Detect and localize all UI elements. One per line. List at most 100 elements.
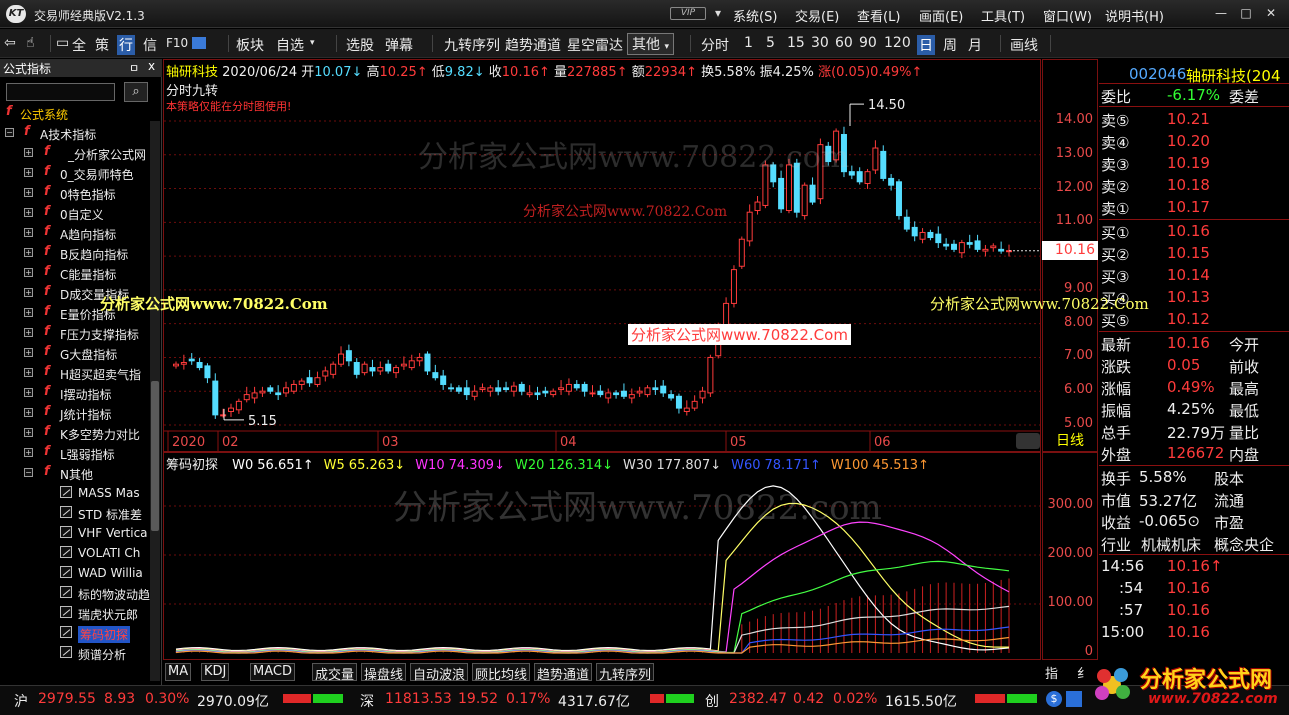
- tree-sub-item[interactable]: WAD Willia: [0, 563, 152, 583]
- ask-row[interactable]: 卖④ 10.20: [1099, 130, 1289, 152]
- search-icon[interactable]: ⌕: [124, 82, 148, 102]
- tree-item[interactable]: + f 0自定义: [0, 203, 152, 223]
- tree-item[interactable]: + f L强弱指标: [0, 443, 152, 463]
- ask-row[interactable]: 卖② 10.18: [1099, 174, 1289, 196]
- hand-icon[interactable]: ☝: [26, 35, 35, 51]
- sz-index[interactable]: 11813.53: [385, 691, 452, 707]
- back-icon[interactable]: ⇦: [4, 35, 16, 51]
- menu-manual[interactable]: 说明书(H): [1105, 6, 1164, 25]
- tb-intraday[interactable]: 分时: [701, 35, 729, 55]
- scrollbar[interactable]: [150, 121, 160, 681]
- indicator-tab[interactable]: 成交量: [312, 663, 358, 683]
- ask-row[interactable]: 卖③ 10.19: [1099, 152, 1289, 174]
- close-panel-icon[interactable]: x: [148, 59, 155, 73]
- expand-icon[interactable]: +: [24, 228, 33, 237]
- expand-icon[interactable]: +: [24, 408, 33, 417]
- watchlist-dropdown-icon[interactable]: ▾: [310, 38, 315, 48]
- scrollbar-thumb[interactable]: [151, 381, 159, 531]
- tb-watchlist[interactable]: 自选: [276, 35, 304, 55]
- tree-item[interactable]: − f N其他: [0, 463, 152, 483]
- tree-sub-item[interactable]: STD 标准差: [0, 503, 152, 523]
- menu-screen[interactable]: 画面(E): [919, 6, 963, 25]
- expand-icon[interactable]: +: [24, 288, 33, 297]
- indicator-tab[interactable]: 操盘线: [361, 663, 407, 683]
- tree-item[interactable]: + f H超买超卖气指: [0, 363, 152, 383]
- menu-tools[interactable]: 工具(T): [981, 6, 1025, 25]
- tb-other-select[interactable]: 其他 ▾: [627, 33, 674, 55]
- ask-row[interactable]: 卖① 10.17: [1099, 196, 1289, 218]
- expand-icon[interactable]: +: [24, 268, 33, 277]
- period-label[interactable]: 日线: [1042, 430, 1098, 452]
- expand-icon[interactable]: +: [24, 368, 33, 377]
- tree-sub-item[interactable]: 筹码初探: [0, 623, 152, 643]
- tb-quote[interactable]: 行: [117, 35, 135, 55]
- menu-window[interactable]: 窗口(W): [1043, 6, 1092, 25]
- tree-sub-item[interactable]: VOLATI Ch: [0, 543, 152, 563]
- tb-5min[interactable]: 5: [766, 35, 775, 51]
- tree-item[interactable]: + f J统计指标: [0, 403, 152, 423]
- tb-60min[interactable]: 60: [835, 35, 853, 51]
- tree-item[interactable]: + f E量价指标: [0, 303, 152, 323]
- tb-1min[interactable]: 1: [744, 35, 753, 51]
- monitor-icon[interactable]: ▭: [56, 35, 69, 51]
- formula-search-input[interactable]: [6, 83, 115, 101]
- tree-item[interactable]: + f A趋向指标: [0, 223, 152, 243]
- tab-index[interactable]: 指: [1043, 663, 1060, 682]
- expand-icon[interactable]: +: [24, 328, 33, 337]
- tb-week[interactable]: 周: [943, 35, 957, 55]
- tb-all[interactable]: 全: [72, 35, 86, 55]
- chart-scroll-button[interactable]: [1016, 433, 1040, 449]
- tree-item[interactable]: + f 0特色指标: [0, 183, 152, 203]
- pin-icon[interactable]: ㅁ: [129, 60, 139, 76]
- tree-item[interactable]: + f B反趋向指标: [0, 243, 152, 263]
- tb-nine-turn[interactable]: 九转序列: [444, 35, 500, 55]
- sound-icon[interactable]: [1066, 691, 1082, 707]
- tree-sub-item[interactable]: 瑞虎状元郎: [0, 603, 152, 623]
- menu-trade[interactable]: 交易(E): [795, 6, 839, 25]
- tree-sub-item[interactable]: 标的物波动趋: [0, 583, 152, 603]
- close-icon[interactable]: ✕: [1263, 5, 1279, 21]
- tree-sub-item[interactable]: VHF Vertica: [0, 523, 152, 543]
- tree-sub-item[interactable]: MASS Mas: [0, 483, 152, 503]
- expand-icon[interactable]: +: [24, 168, 33, 177]
- tb-info[interactable]: 信: [143, 35, 157, 55]
- sh-index[interactable]: 2979.55: [38, 691, 96, 707]
- dropdown-icon[interactable]: ▾: [710, 5, 726, 21]
- tb-strategy[interactable]: 策: [95, 35, 109, 55]
- dollar-icon[interactable]: $: [1046, 691, 1062, 707]
- tb-90min[interactable]: 90: [859, 35, 877, 51]
- tb-day[interactable]: 日: [917, 35, 935, 55]
- cy-index[interactable]: 2382.47: [729, 691, 787, 707]
- expand-icon[interactable]: +: [24, 308, 33, 317]
- tb-star-radar[interactable]: 星空雷达: [567, 35, 623, 55]
- indicator-tab[interactable]: 自动波浪: [410, 663, 469, 683]
- expand-icon[interactable]: +: [24, 388, 33, 397]
- tb-draw[interactable]: 画线: [1010, 35, 1038, 55]
- expand-icon[interactable]: +: [24, 348, 33, 357]
- kline-chart[interactable]: 2020 02 03 04 05 06 14.50 5.15 轴研科技 2020/06/24 …: [163, 59, 1041, 452]
- bid-row[interactable]: 买① 10.16: [1099, 220, 1289, 242]
- indicator-tab[interactable]: MA: [165, 663, 192, 681]
- indicator-tab[interactable]: 趋势通道: [534, 663, 593, 683]
- windows-icon[interactable]: [192, 37, 206, 49]
- bid-row[interactable]: 买④ 10.13: [1099, 286, 1289, 308]
- expand-icon[interactable]: +: [24, 148, 33, 157]
- indicator-tab[interactable]: KDJ: [201, 663, 230, 681]
- bid-row[interactable]: 买⑤ 10.12: [1099, 308, 1289, 330]
- tb-15min[interactable]: 15: [787, 35, 805, 51]
- vip-badge[interactable]: VIP: [670, 7, 706, 20]
- tree-item[interactable]: + f 0_交易师特色: [0, 163, 152, 183]
- indicator-tab[interactable]: 顾比均线: [472, 663, 531, 683]
- tree-item[interactable]: + f G大盘指标: [0, 343, 152, 363]
- tree-sub-item[interactable]: 频谱分析: [0, 643, 152, 663]
- tb-trend-channel[interactable]: 趋势通道: [505, 35, 561, 55]
- tb-sector[interactable]: 板块: [236, 35, 264, 55]
- maximize-icon[interactable]: □: [1238, 5, 1254, 21]
- tree-item[interactable]: + f I摆动指标: [0, 383, 152, 403]
- tree-item[interactable]: + f C能量指标: [0, 263, 152, 283]
- tb-f10[interactable]: F10: [166, 36, 188, 50]
- collapse-icon[interactable]: −: [5, 128, 14, 137]
- menu-view[interactable]: 查看(L): [857, 6, 900, 25]
- minimize-icon[interactable]: —: [1213, 5, 1229, 21]
- indicator-chart[interactable]: 筹码初探 W0 56.651↑ W5 65.263↓ W10 74.309↓ W20 126.…: [163, 452, 1041, 660]
